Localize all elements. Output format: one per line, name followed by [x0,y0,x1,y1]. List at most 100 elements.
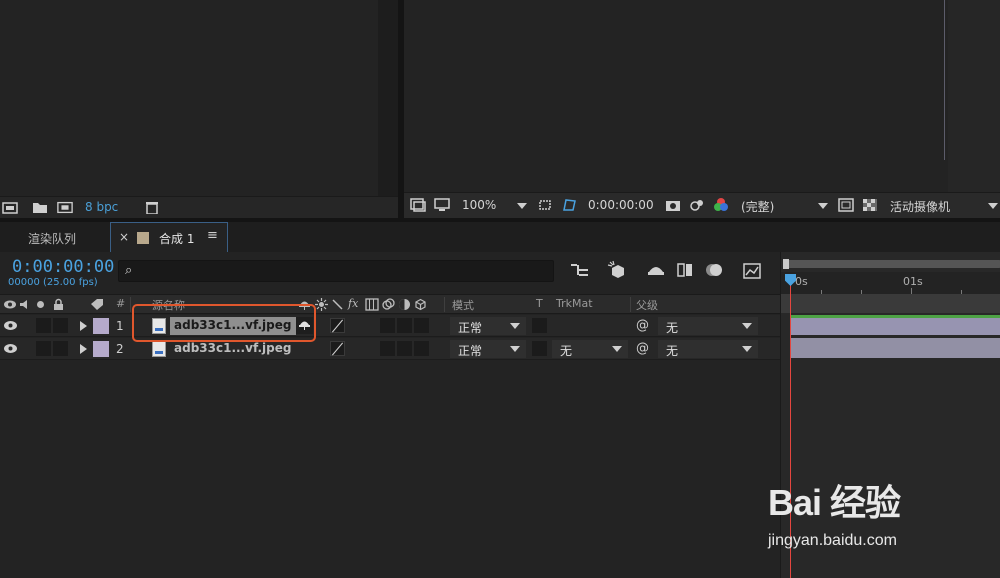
table-row[interactable]: 1 adb33c1...vf.jpeg 正常 @ 无 [0,315,780,337]
parent-select[interactable]: 无 [658,340,758,358]
camera-select[interactable]: 活动摄像机 [890,198,950,215]
interpret-footage-icon[interactable] [2,201,18,214]
column-t[interactable]: T [536,297,543,310]
new-folder-icon[interactable] [32,201,48,214]
3d-layer-switch[interactable] [414,341,429,356]
project-scrollbar[interactable] [378,0,398,196]
parent-select[interactable]: 无 [658,317,758,335]
work-area-bar[interactable] [781,294,1000,313]
expand-arrow-icon[interactable] [80,344,87,354]
zoom-select[interactable]: 100% [462,198,496,212]
3d-layer-icon[interactable] [414,298,427,311]
chevron-down-icon [742,346,752,352]
preserve-transparency-switch[interactable] [532,318,547,333]
solo-icon[interactable] [37,301,44,308]
track-matte-select[interactable]: 无 [552,340,628,358]
graph-editor-icon[interactable] [742,262,762,280]
quality-switch[interactable] [330,341,345,356]
adjustment-layer-icon[interactable] [398,298,411,311]
layer-label-color[interactable] [93,318,109,334]
ruler-label-1s: 01s [903,275,923,288]
show-snapshot-icon[interactable] [689,198,705,212]
eye-icon[interactable] [3,342,18,355]
close-icon[interactable]: × [119,230,129,244]
checkerboard-icon[interactable] [862,198,878,212]
motion-blur-icon[interactable] [704,262,724,278]
time-ruler[interactable]: 0s 01s [781,272,1000,294]
motion-blur-switch[interactable] [397,341,412,356]
tab-render-queue[interactable]: 渲染队列 [0,222,108,252]
viewer-timecode[interactable]: 0:00:00:00 [588,198,654,212]
mask-path-icon[interactable] [561,198,577,212]
watermark-logo: Bai 经验 [768,482,901,523]
chevron-down-icon [742,323,752,329]
bit-depth-button[interactable]: 8 bpc [85,200,118,214]
zoom-dropdown-icon[interactable] [517,203,527,209]
parent-pickwhip-icon[interactable]: @ [636,341,649,356]
motion-blur-switch[interactable] [397,318,412,333]
layer-number: 1 [116,319,124,333]
panel-menu-icon[interactable]: ≡ [207,228,218,243]
eye-icon[interactable] [3,319,18,332]
lock-switch[interactable] [53,341,68,356]
label-tag-icon[interactable] [90,298,104,311]
viewer-guide-line [944,0,945,160]
snapshot-camera-icon[interactable] [665,198,681,212]
timeline-graph[interactable]: 0s 01s [780,252,1000,578]
composition-toolbar: 100% 0:00:00:00 (完整) 活动摄像机 [404,192,1000,218]
shy-layers-icon[interactable] [646,262,666,278]
layer-name[interactable]: adb33c1...vf.jpeg [170,340,296,358]
table-row[interactable]: 2 adb33c1...vf.jpeg 正常 无 @ 无 [0,338,780,360]
blend-mode-select[interactable]: 正常 [450,317,526,335]
blend-mode-value: 正常 [458,321,483,335]
quality-column-icon[interactable] [331,298,344,311]
draft-3d-icon[interactable] [606,260,628,280]
blend-mode-select[interactable]: 正常 [450,340,526,358]
video-switch-icon[interactable] [3,299,17,310]
column-trkmat[interactable]: TrkMat [556,297,593,310]
frame-blend-switch[interactable] [380,341,395,356]
frame-blending-icon[interactable] [676,262,694,278]
collapse-transform-icon[interactable] [315,298,328,311]
new-composition-icon[interactable] [57,201,73,214]
resolution-dropdown-icon[interactable] [818,203,828,209]
project-panel [0,0,398,218]
parent-pickwhip-icon[interactable]: @ [636,318,649,333]
layer-duration-bar-1[interactable] [790,315,1000,335]
column-mode[interactable]: 模式 [452,297,474,313]
effects-column-icon[interactable]: fx [348,297,358,310]
column-parent[interactable]: 父级 [636,297,658,313]
color-channel-icon[interactable] [713,197,729,213]
layer-duration-bar-2[interactable] [790,338,1000,358]
current-time-display[interactable]: 0:00:00:00 [12,257,114,277]
monitor-icon[interactable] [434,198,450,212]
composition-flowchart-icon[interactable] [570,262,590,278]
camera-dropdown-icon[interactable] [988,203,998,209]
transparency-grid-icon[interactable] [838,198,854,212]
motion-blur-column-icon[interactable] [382,298,395,311]
time-navigator[interactable] [783,259,1000,269]
trash-icon[interactable] [144,201,160,214]
3d-layer-switch[interactable] [414,318,429,333]
tab-composition-1[interactable]: × 合成 1 ≡ [110,222,228,253]
region-of-interest-icon[interactable] [537,198,553,212]
audio-switch-icon[interactable] [19,299,31,310]
tab-composition-label: 合成 1 [159,232,195,246]
frame-blend-column-icon[interactable] [365,298,379,311]
viewer-side-area [948,0,1000,192]
column-number[interactable]: # [116,297,125,310]
solo-switch[interactable] [36,341,51,356]
navigator-start-handle[interactable] [783,259,789,269]
resolution-select[interactable]: (完整) [741,198,774,215]
lock-switch[interactable] [53,318,68,333]
lock-icon[interactable] [53,298,64,311]
frame-blend-switch[interactable] [380,318,395,333]
layer-search-input[interactable]: ⌕ [118,260,554,282]
always-preview-icon[interactable] [410,198,426,212]
quality-switch[interactable] [330,318,345,333]
solo-switch[interactable] [36,318,51,333]
expand-arrow-icon[interactable] [80,321,87,331]
preserve-transparency-switch[interactable] [532,341,547,356]
layer-label-color[interactable] [93,341,109,357]
track-matte-value: 无 [560,344,573,358]
